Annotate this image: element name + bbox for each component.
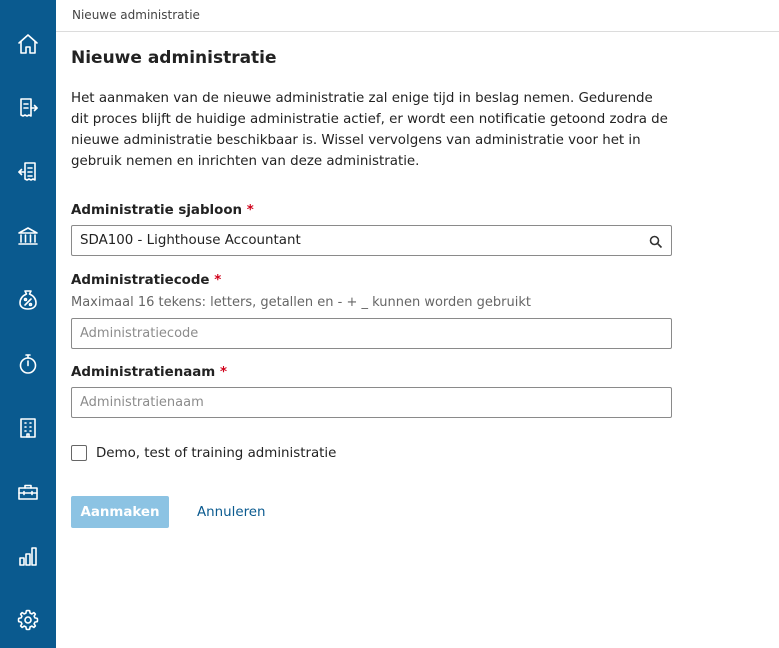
stopwatch-icon (19, 354, 37, 374)
nav-purchase[interactable] (0, 152, 56, 192)
nav-tools[interactable] (0, 472, 56, 512)
nav-sales[interactable] (0, 88, 56, 128)
bank-icon (18, 227, 38, 245)
template-input[interactable] (72, 226, 671, 255)
breadcrumb: Nieuwe administratie (72, 8, 200, 22)
demo-checkbox[interactable] (71, 445, 87, 461)
code-label-text: Administratiecode (71, 273, 210, 288)
building-icon (20, 418, 36, 438)
page-title: Nieuwe administratie (71, 48, 277, 68)
template-label-text: Administratie sjabloon (71, 203, 243, 218)
required-mark: * (219, 365, 227, 380)
nav-company[interactable] (0, 408, 56, 448)
required-mark: * (214, 273, 222, 288)
search-icon[interactable] (649, 234, 663, 249)
code-field[interactable] (71, 318, 672, 349)
nav-home[interactable] (0, 24, 56, 64)
template-label: Administratie sjabloon * (71, 203, 254, 218)
vat-percentage-icon (19, 290, 37, 310)
nav-reports[interactable] (0, 536, 56, 576)
template-field[interactable] (71, 225, 672, 256)
purchase-invoice-icon (18, 162, 36, 181)
gear-icon (17, 609, 39, 631)
required-mark: * (246, 203, 254, 218)
sales-invoice-icon (20, 98, 38, 117)
toolbox-icon (18, 484, 38, 500)
code-hint: Maximaal 16 tekens: letters, getallen en… (71, 295, 531, 310)
top-bar: Nieuwe administratie (56, 0, 779, 32)
code-input[interactable] (72, 319, 671, 348)
nav-settings[interactable] (0, 600, 56, 640)
name-label: Administratienaam * (71, 365, 227, 380)
home-icon (18, 34, 38, 54)
nav-time[interactable] (0, 344, 56, 384)
demo-checkbox-label[interactable]: Demo, test of training administratie (96, 446, 336, 461)
name-field[interactable] (71, 387, 672, 418)
demo-checkbox-row[interactable]: Demo, test of training administratie (71, 443, 336, 463)
sidebar-nav (0, 0, 56, 648)
code-label: Administratiecode * (71, 273, 221, 288)
create-button[interactable]: Aanmaken (71, 496, 169, 528)
intro-text: Het aanmaken van de nieuwe administratie… (71, 91, 668, 169)
cancel-link[interactable]: Annuleren (197, 496, 266, 528)
name-label-text: Administratienaam (71, 365, 216, 380)
nav-vat[interactable] (0, 280, 56, 320)
nav-bank[interactable] (0, 216, 56, 256)
bar-chart-icon (19, 547, 37, 566)
name-input[interactable] (72, 388, 671, 417)
